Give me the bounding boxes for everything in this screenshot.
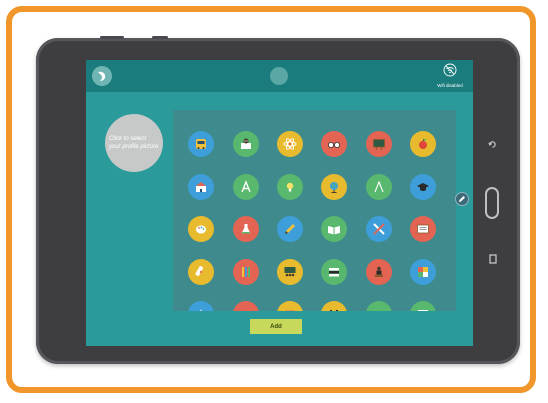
palette-icon[interactable] bbox=[188, 216, 214, 242]
center-indicator-dot bbox=[270, 67, 288, 85]
basketball-icon[interactable] bbox=[233, 301, 259, 311]
letter-a-icon[interactable] bbox=[233, 174, 259, 200]
recent-apps-key-icon[interactable] bbox=[489, 254, 497, 266]
pencil-icon[interactable] bbox=[277, 216, 303, 242]
flask-icon[interactable] bbox=[233, 216, 259, 242]
calendar-icon[interactable] bbox=[277, 301, 303, 311]
pencils-icon[interactable] bbox=[233, 259, 259, 285]
castle-icon[interactable] bbox=[321, 301, 347, 311]
app-logo-icon[interactable] bbox=[92, 66, 112, 86]
home-key-button[interactable] bbox=[485, 187, 499, 219]
globe-icon[interactable] bbox=[321, 174, 347, 200]
avatar-icon-grid bbox=[173, 110, 456, 311]
wifi-status: Wifi disabled bbox=[433, 63, 467, 88]
wifi-disabled-icon bbox=[443, 63, 457, 77]
classroom-icon[interactable] bbox=[277, 259, 303, 285]
profile-picture-selector[interactable]: Click to select your profile picture bbox=[105, 114, 163, 172]
app-screen: Wifi disabled Click to select your profi… bbox=[86, 60, 473, 346]
compass-icon[interactable] bbox=[366, 174, 392, 200]
school-bus-icon[interactable] bbox=[188, 131, 214, 157]
certificate-icon[interactable] bbox=[410, 216, 436, 242]
glasses-icon[interactable] bbox=[321, 131, 347, 157]
profile-picture-prompt: Click to select your profile picture bbox=[109, 136, 159, 150]
volume-button bbox=[100, 36, 124, 39]
rocket-icon[interactable] bbox=[188, 301, 214, 311]
back-key-icon[interactable] bbox=[488, 140, 497, 151]
add-button[interactable]: Add bbox=[250, 319, 302, 334]
blackboard-icon[interactable] bbox=[366, 131, 392, 157]
pencil-icon bbox=[459, 196, 465, 202]
monitor-icon[interactable] bbox=[410, 301, 436, 311]
ruler-pencil-icon[interactable] bbox=[366, 216, 392, 242]
graduation-cap-icon[interactable] bbox=[410, 174, 436, 200]
school-building-icon[interactable] bbox=[188, 174, 214, 200]
lightbulb-icon[interactable] bbox=[277, 174, 303, 200]
open-book-icon[interactable] bbox=[321, 216, 347, 242]
teacher-icon[interactable] bbox=[366, 259, 392, 285]
book-owl-icon[interactable] bbox=[233, 131, 259, 157]
power-button bbox=[152, 36, 168, 39]
edit-pencil-button[interactable] bbox=[455, 192, 469, 206]
bell-icon[interactable] bbox=[366, 301, 392, 311]
books-stack-icon[interactable] bbox=[321, 259, 347, 285]
top-bar: Wifi disabled bbox=[86, 60, 473, 92]
diploma-icon[interactable] bbox=[188, 259, 214, 285]
atom-icon[interactable] bbox=[277, 131, 303, 157]
apple-icon[interactable] bbox=[410, 131, 436, 157]
wifi-status-label: Wifi disabled bbox=[437, 83, 463, 88]
puzzle-icon[interactable] bbox=[410, 259, 436, 285]
